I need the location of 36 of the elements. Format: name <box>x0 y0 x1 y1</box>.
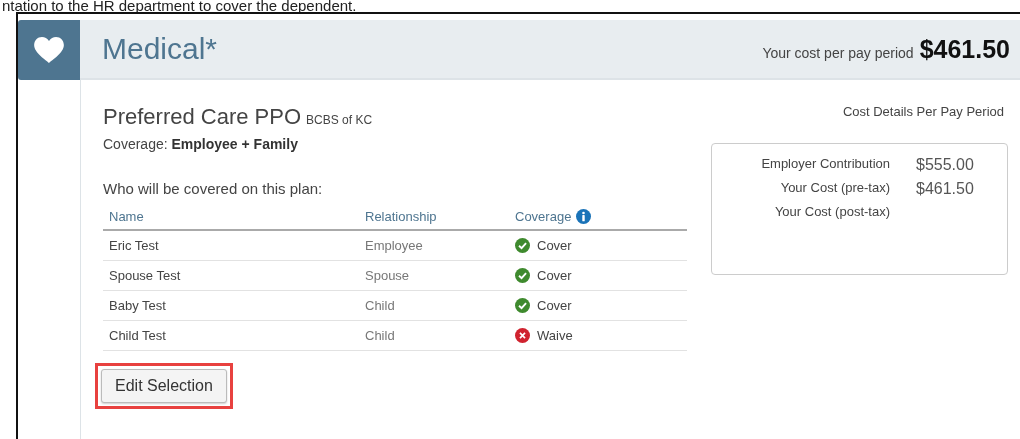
covered-heading: Who will be covered on this plan: <box>103 180 324 197</box>
relationship-cell-text: Child <box>365 298 396 313</box>
relationship-cell-text: Spouse <box>365 268 411 283</box>
cost-details-title: Cost Details Per Pay Period <box>841 104 1005 119</box>
column-header: Coverage <box>515 208 572 224</box>
cost-label: Your cost per pay period <box>762 44 914 61</box>
coverage-status: Cover <box>537 238 572 253</box>
edit-selection-button[interactable]: Edit Selection <box>101 369 227 403</box>
cost-label: Your Cost (pre-tax) <box>779 180 890 197</box>
plan-carrier: BCBS of KC <box>306 113 373 127</box>
cost-amount: $555.00 <box>916 156 975 174</box>
cost-label: Your Cost (post-tax) <box>773 204 890 219</box>
name-cell-text: Child Test <box>109 328 167 343</box>
name-cell-text: Spouse Test <box>109 268 182 283</box>
cost-label: Employer Contribution <box>760 156 890 173</box>
name-cell-text: Baby Test <box>109 298 167 313</box>
section-title: Medical* <box>102 32 218 66</box>
x-icon <box>515 328 530 343</box>
column-header: Name <box>109 208 145 224</box>
coverage-line: Coverage: Employee + Family <box>103 136 299 152</box>
coverage-status: Cover <box>537 298 572 313</box>
plan-name: Preferred Care PPO <box>103 104 302 130</box>
relationship-cell-text: Employee <box>365 238 424 253</box>
check-icon <box>515 238 530 253</box>
intro-text: ntation to the HR department to cover the dependent. <box>1 0 358 12</box>
check-icon <box>515 268 530 283</box>
info-icon[interactable] <box>576 208 592 224</box>
coverage-status: Waive <box>537 328 573 343</box>
relationship-cell-text: Child <box>365 328 396 343</box>
cost-value: $461.50 <box>919 34 1010 64</box>
column-header: Relationship <box>365 208 438 224</box>
heart-icon <box>34 37 64 63</box>
coverage-status: Cover <box>537 268 572 283</box>
name-cell-text: Eric Test <box>109 238 160 253</box>
check-icon <box>515 298 530 313</box>
cost-amount: $461.50 <box>916 180 975 198</box>
